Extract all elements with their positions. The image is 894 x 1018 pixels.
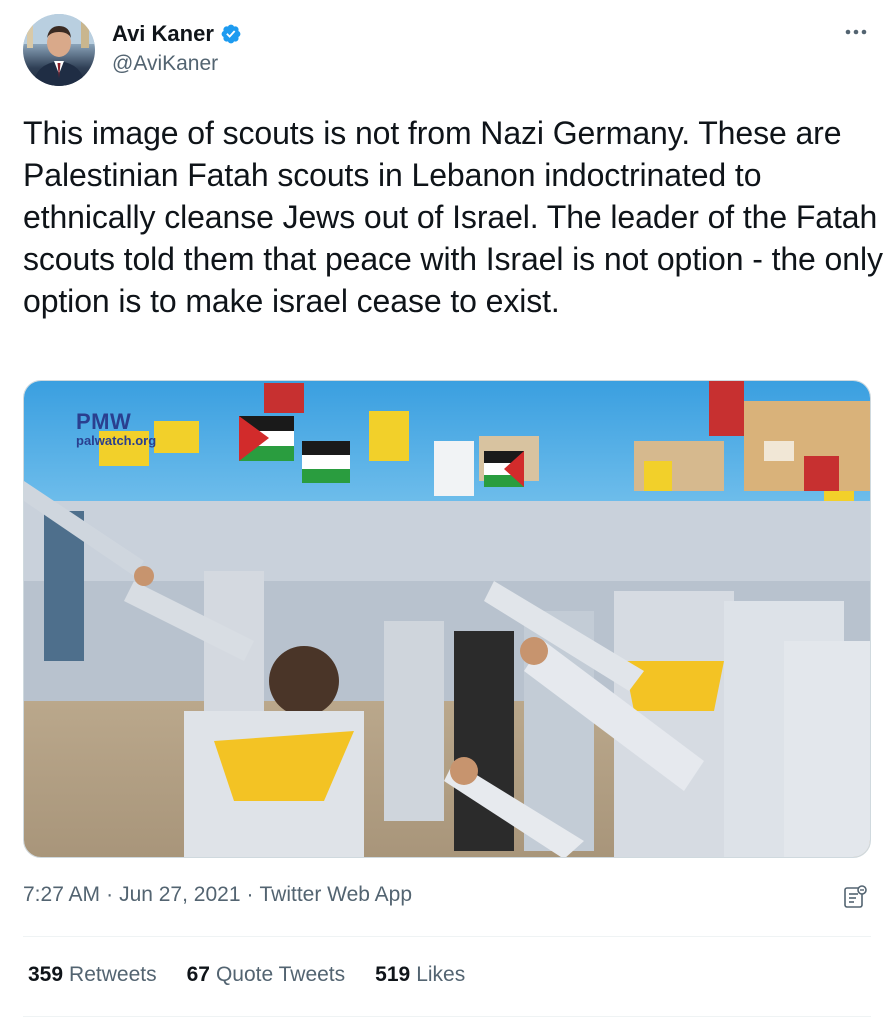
- analytics-icon[interactable]: [842, 884, 868, 910]
- more-options-icon[interactable]: [842, 22, 870, 42]
- watermark-site: palwatch.org: [76, 433, 157, 448]
- tweet-text: This image of scouts is not from Nazi Ge…: [23, 115, 883, 319]
- stat-count: 359: [28, 963, 64, 986]
- avatar-portrait: [23, 14, 95, 86]
- retweets-stat[interactable]: 359 Retweets: [28, 963, 157, 987]
- stat-label: Quote Tweets: [215, 963, 346, 986]
- tweet-photo[interactable]: PMW palwatch.org: [23, 380, 871, 858]
- author-handle[interactable]: @AviKaner: [112, 52, 218, 76]
- likes-stat[interactable]: 519 Likes: [375, 963, 465, 987]
- stat-count: 519: [375, 963, 411, 986]
- scouts-photo: [24, 381, 870, 857]
- meta-separator: ·: [246, 883, 254, 906]
- stat-count: 67: [186, 963, 210, 986]
- tweet-card: Avi Kaner @AviKaner This image of scouts…: [0, 0, 894, 1018]
- stat-label: Likes: [416, 963, 466, 986]
- engagement-stats: 359 Retweets 67 Quote Tweets 519 Likes: [28, 963, 465, 987]
- author-avatar[interactable]: [23, 14, 95, 86]
- verified-badge-icon: [220, 23, 242, 45]
- tweet-metadata: 7:27 AM · Jun 27, 2021 · Twitter Web App: [23, 883, 412, 907]
- divider: [23, 936, 871, 937]
- meta-separator: ·: [106, 883, 114, 906]
- stat-label: Retweets: [69, 963, 157, 986]
- watermark-title: PMW: [76, 409, 132, 434]
- tweet-time[interactable]: 7:27 AM: [23, 883, 100, 907]
- pmw-watermark: PMW palwatch.org: [76, 409, 156, 448]
- quote-tweets-stat[interactable]: 67 Quote Tweets: [187, 963, 346, 987]
- tweet-source[interactable]: Twitter Web App: [260, 883, 413, 907]
- author-name[interactable]: Avi Kaner: [112, 21, 214, 47]
- tweet-date[interactable]: Jun 27, 2021: [119, 883, 240, 907]
- divider: [23, 1016, 871, 1017]
- author-name-row: Avi Kaner: [112, 20, 242, 48]
